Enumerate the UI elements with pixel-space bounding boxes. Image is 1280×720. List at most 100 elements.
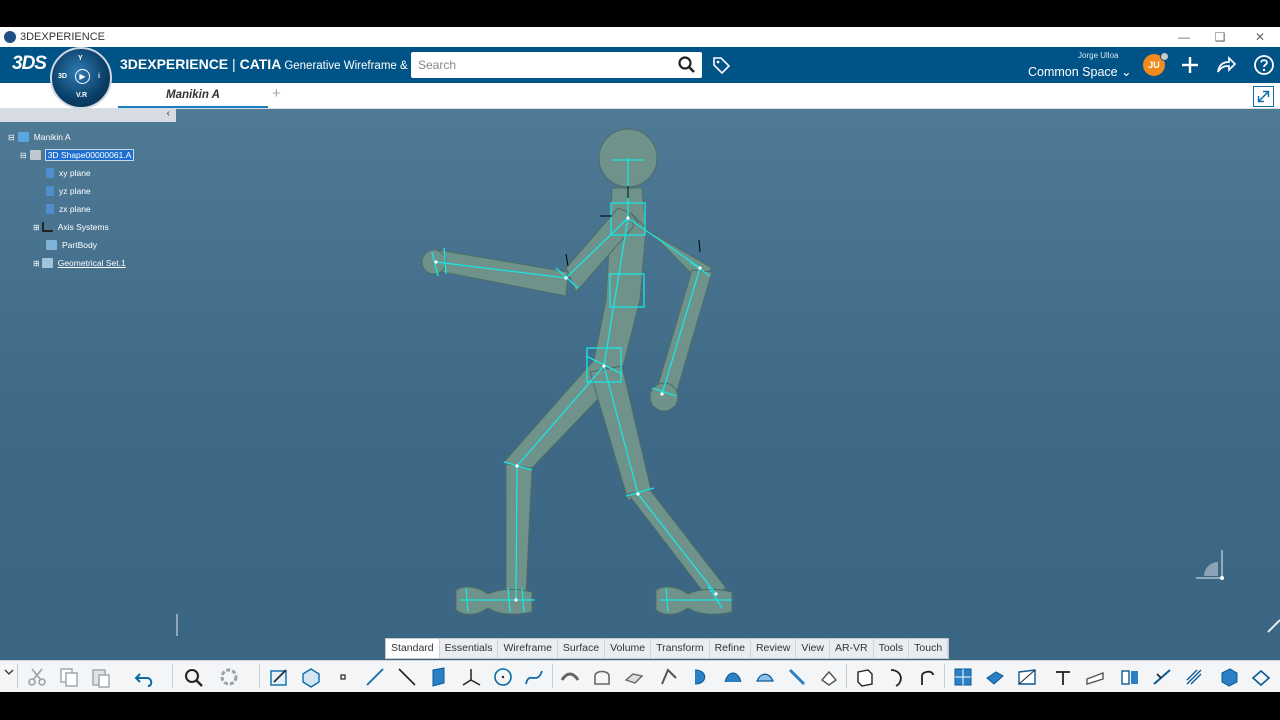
undo-icon[interactable] [132, 664, 158, 690]
toolbar-separator [944, 664, 945, 688]
toolbar-separator [172, 664, 173, 688]
search-input[interactable]: Search [411, 52, 702, 78]
restore-icon[interactable]: ❑ [1200, 27, 1240, 47]
section-touch[interactable]: Touch [909, 639, 949, 658]
resize-grip-icon[interactable] [1267, 619, 1280, 633]
extract-icon[interactable] [752, 664, 778, 690]
window-title: 3DEXPERIENCE [20, 31, 105, 43]
chevron-down-icon: ⌄ [1121, 65, 1132, 79]
trim-icon[interactable] [720, 664, 746, 690]
top-bar: 3DS 3DEXPERIENCE | CATIA Generative Wiref… [0, 47, 1280, 83]
tab-manikin-a[interactable]: Manikin A [118, 83, 268, 108]
point-icon[interactable] [330, 664, 356, 690]
translate-icon[interactable] [816, 664, 842, 690]
add-tab-icon[interactable]: + [272, 85, 281, 102]
bottom-letterbox [0, 692, 1280, 720]
toolbar-separator [846, 664, 847, 688]
search-icon[interactable] [676, 54, 698, 76]
window-title-bar: 3DEXPERIENCE — ❑ ✕ [0, 27, 1280, 47]
fillet-icon[interactable] [784, 664, 810, 690]
search-zoom-icon[interactable] [180, 664, 206, 690]
section-wireframe[interactable]: Wireframe [498, 639, 558, 658]
revolve-icon[interactable] [884, 664, 910, 690]
join-icon[interactable] [656, 664, 682, 690]
porcupine-icon[interactable] [1181, 664, 1207, 690]
section-ar-vr[interactable]: AR-VR [830, 639, 874, 658]
hide-show-icon[interactable] [1248, 664, 1274, 690]
user-name: Jorge Ulloa [1078, 51, 1119, 60]
manikin-figure[interactable] [0, 109, 1280, 660]
axis-system-icon[interactable] [458, 664, 484, 690]
screen: 3DEXPERIENCE — ❑ ✕ 3DS 3DEXPERIENCE | CA… [0, 0, 1280, 720]
section-surface[interactable]: Surface [558, 639, 606, 658]
paste-icon[interactable] [88, 664, 114, 690]
plane-icon[interactable] [425, 664, 451, 690]
sketch-icon[interactable] [266, 664, 292, 690]
shell-icon[interactable] [914, 664, 940, 690]
brand-app: CATIA [239, 56, 282, 72]
section-view[interactable]: View [796, 639, 830, 658]
section-refine[interactable]: Refine [710, 639, 751, 658]
copy-icon[interactable] [56, 664, 82, 690]
3d-viewport[interactable]: ‹ ⊟ Manikin A ⊟ 3D Shape00000061.A xy pl… [0, 108, 1280, 660]
close-icon[interactable]: ✕ [1240, 27, 1280, 47]
section-transform[interactable]: Transform [651, 639, 710, 658]
compass-left-label: 3D [58, 73, 67, 80]
collab-space-label: Common Space [1028, 65, 1118, 79]
play-icon[interactable]: ▶ [75, 69, 90, 84]
section-essentials[interactable]: Essentials [440, 639, 499, 658]
toolbar-separator [552, 664, 553, 688]
3ds-logo-icon[interactable]: 3DS [12, 53, 47, 75]
brand-main: 3DEXPERIENCE [120, 56, 229, 72]
positioned-sketch-icon[interactable] [298, 664, 324, 690]
toolbar-separator [17, 664, 18, 688]
brand-separator: | [228, 56, 240, 72]
chevron-down-icon[interactable] [4, 667, 14, 677]
pad-icon[interactable] [852, 664, 878, 690]
view-compass-mini-icon[interactable] [1196, 550, 1224, 580]
tab-bar: Manikin A + [0, 83, 1280, 109]
section-tools[interactable]: Tools [874, 639, 910, 658]
connect-checker-icon[interactable] [1117, 664, 1143, 690]
extrude-icon[interactable] [557, 664, 583, 690]
update-icon[interactable] [216, 664, 242, 690]
compass-right-label: i [98, 73, 100, 80]
add-icon[interactable] [1179, 54, 1201, 76]
sweep-icon[interactable] [589, 664, 615, 690]
help-icon[interactable] [1253, 54, 1275, 76]
app-title: 3DEXPERIENCE | CATIA Generative Wireframe… [120, 56, 435, 72]
manikin-body [421, 128, 733, 615]
app-icon [4, 31, 16, 43]
share-icon[interactable] [1215, 54, 1237, 76]
cut-icon[interactable] [24, 664, 50, 690]
fit-all-icon[interactable] [1253, 86, 1274, 107]
loft-icon[interactable] [982, 664, 1008, 690]
split-icon[interactable] [688, 664, 714, 690]
compass-widget[interactable]: Y 3D i V.R ▶ [50, 47, 112, 109]
draft-analysis-icon[interactable] [1082, 664, 1108, 690]
compass-top-label: Y [78, 55, 83, 62]
line-icon[interactable] [362, 664, 388, 690]
render-style-icon[interactable] [1216, 664, 1242, 690]
avatar[interactable]: JU [1143, 52, 1169, 76]
blend-icon[interactable] [1014, 664, 1040, 690]
tag-icon[interactable] [711, 55, 731, 75]
section-standard[interactable]: Standard [386, 639, 440, 658]
polyline-icon[interactable] [394, 664, 420, 690]
action-sections: Standard Essentials Wireframe Surface Vo… [385, 638, 950, 659]
curvature-icon[interactable] [1149, 664, 1175, 690]
avatar-initials: JU [1148, 60, 1160, 70]
compass-bottom-label: V.R [76, 92, 88, 99]
circle-icon[interactable] [490, 664, 516, 690]
pattern-icon[interactable] [950, 664, 976, 690]
minimize-icon[interactable]: — [1164, 27, 1204, 47]
section-volume[interactable]: Volume [605, 639, 652, 658]
measure-icon[interactable] [1050, 664, 1076, 690]
search-placeholder: Search [418, 58, 457, 72]
fill-icon[interactable] [621, 664, 647, 690]
collab-space-dropdown[interactable]: Common Space ⌄ [1028, 64, 1132, 79]
toolbar-separator [259, 664, 260, 688]
section-review[interactable]: Review [751, 639, 797, 658]
spline-icon[interactable] [521, 664, 547, 690]
status-dot [1160, 52, 1169, 61]
